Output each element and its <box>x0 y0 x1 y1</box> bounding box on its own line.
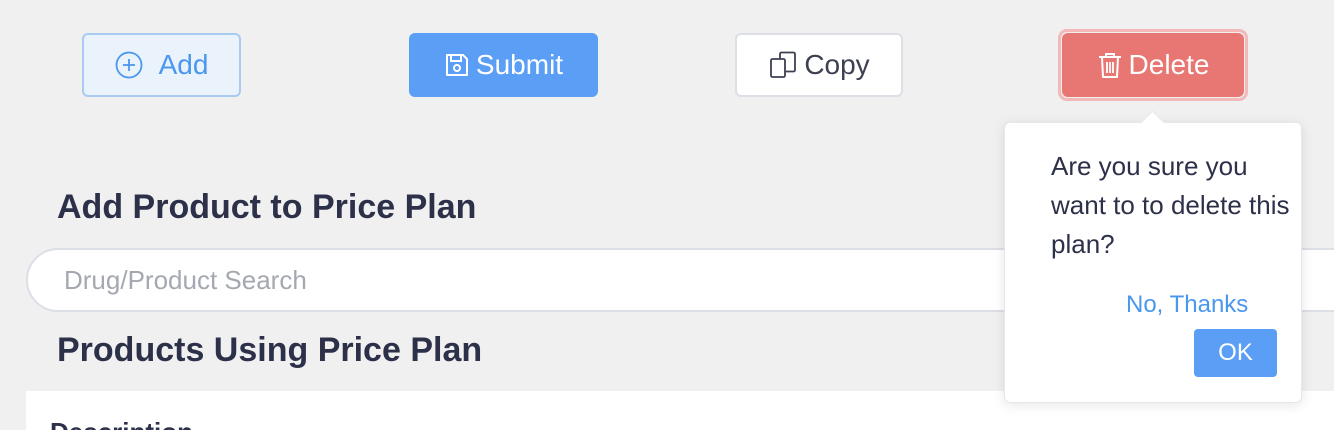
add-button[interactable]: Add <box>82 33 241 97</box>
copy-icon <box>768 50 798 80</box>
copy-button[interactable]: Copy <box>735 33 903 97</box>
column-header-description: Description <box>50 417 193 430</box>
delete-button[interactable]: Delete <box>1062 33 1244 97</box>
save-icon <box>444 52 470 78</box>
copy-button-label: Copy <box>804 49 870 80</box>
submit-button-label: Submit <box>475 49 564 80</box>
popover-message: Are you sure you want to to delete this … <box>1051 151 1290 259</box>
delete-button-label: Delete <box>1128 49 1210 80</box>
add-product-heading: Add Product to Price Plan <box>57 188 477 226</box>
no-thanks-button[interactable]: No, Thanks <box>1126 291 1248 319</box>
add-button-label: Add <box>158 49 209 80</box>
plus-circle-icon <box>115 51 143 79</box>
submit-button[interactable]: Submit <box>409 33 598 97</box>
delete-confirm-popover: Are you sure you want to to delete this … <box>1004 122 1302 403</box>
products-using-heading: Products Using Price Plan <box>57 331 483 369</box>
price-plan-page: Add Submit Copy Delete Add Product to Pr… <box>0 0 1334 430</box>
trash-icon <box>1097 51 1123 79</box>
ok-button[interactable]: OK <box>1194 329 1277 377</box>
